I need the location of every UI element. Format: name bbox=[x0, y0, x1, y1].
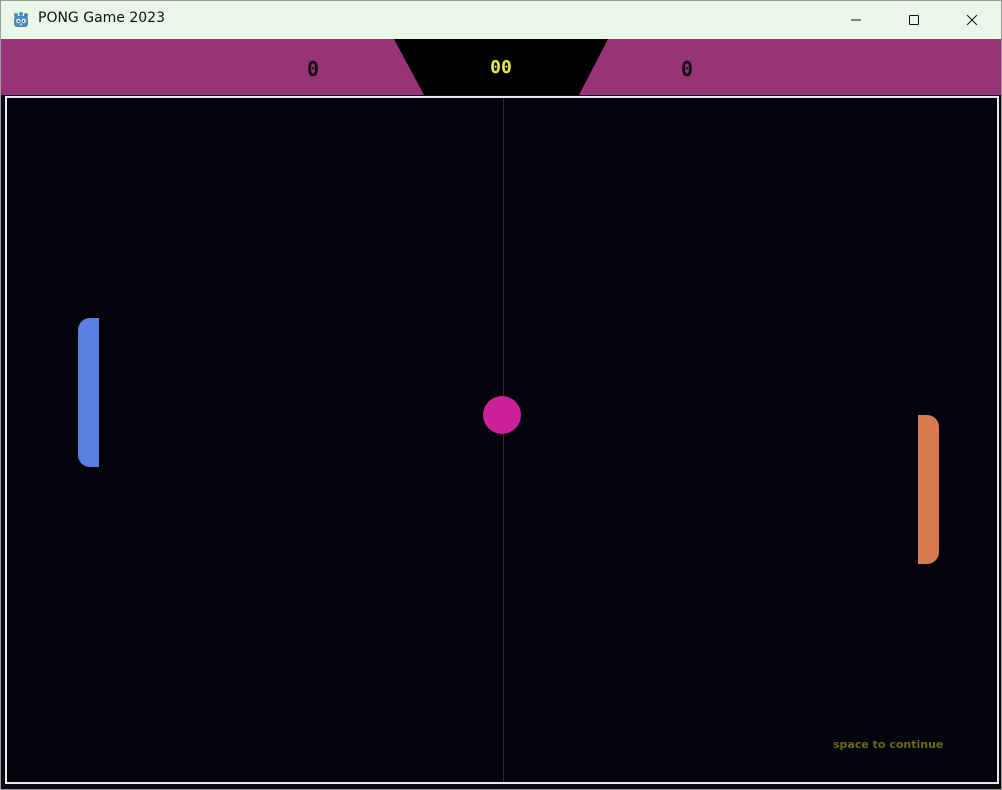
continue-hint: space to continue bbox=[833, 738, 944, 751]
minimize-icon bbox=[850, 11, 862, 30]
maximize-button[interactable] bbox=[885, 1, 943, 39]
score-right: 0 bbox=[680, 57, 694, 81]
center-line bbox=[503, 98, 504, 782]
timer: 00 bbox=[490, 57, 512, 78]
close-button[interactable] bbox=[943, 1, 1001, 39]
play-field: space to continue bbox=[5, 96, 999, 784]
game-window: PONG Game 2023 0 00 0 space to continue bbox=[0, 0, 1002, 790]
godot-engine-icon bbox=[12, 11, 30, 29]
score-bar: 0 00 0 bbox=[1, 39, 1001, 95]
score-left: 0 bbox=[306, 57, 320, 81]
paddle-left bbox=[78, 318, 99, 467]
close-icon bbox=[966, 11, 978, 30]
ball bbox=[483, 396, 521, 434]
paddle-right bbox=[918, 415, 939, 564]
minimize-button[interactable] bbox=[827, 1, 885, 39]
title-bar[interactable]: PONG Game 2023 bbox=[1, 1, 1001, 39]
maximize-icon bbox=[908, 11, 920, 30]
window-title: PONG Game 2023 bbox=[38, 10, 165, 26]
